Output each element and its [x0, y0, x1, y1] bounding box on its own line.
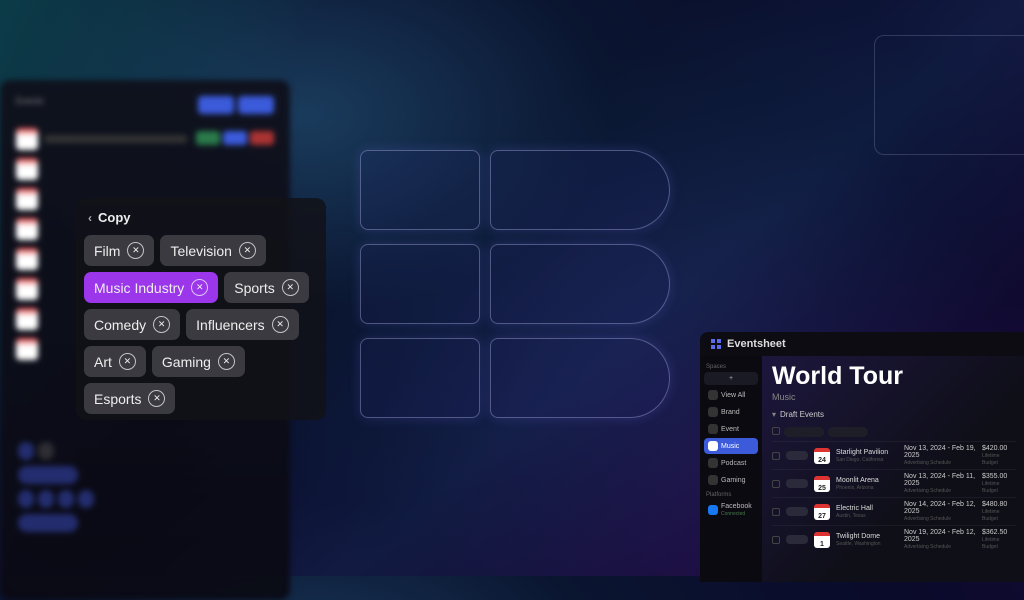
event-dates: Nov 14, 2024 - Feb 12, 2025Advertising S…	[904, 501, 976, 522]
tag-label: Sports	[234, 280, 274, 296]
tag-label: Television	[170, 243, 231, 259]
event-dates: Nov 19, 2024 - Feb 12, 2025Advertising S…	[904, 529, 976, 550]
category-tag[interactable]: Esports ✕	[84, 383, 175, 414]
row-checkbox[interactable]	[772, 508, 780, 516]
remove-tag-icon[interactable]: ✕	[148, 390, 165, 407]
events-panel-title: Events	[16, 96, 44, 116]
row-checkbox[interactable]	[772, 536, 780, 544]
page-title: World Tour	[772, 362, 1016, 391]
back-icon[interactable]: ‹	[88, 211, 92, 225]
remove-tag-icon[interactable]: ✕	[119, 353, 136, 370]
filter-pill[interactable]	[828, 427, 868, 437]
page-subtitle: Music	[772, 392, 1016, 402]
sidebar-item[interactable]: Podcast	[704, 455, 758, 471]
remove-tag-icon[interactable]: ✕	[239, 242, 256, 259]
event-price: $480.80Lifetime Budget	[982, 501, 1016, 522]
remove-tag-icon[interactable]: ✕	[191, 279, 208, 296]
remove-tag-icon[interactable]: ✕	[218, 353, 235, 370]
filter-pill[interactable]	[784, 427, 824, 437]
category-tag[interactable]: Gaming ✕	[152, 346, 245, 377]
select-all-checkbox[interactable]	[772, 427, 780, 435]
draft-events-header[interactable]: ▾ Draft Events	[772, 410, 1016, 419]
remove-tag-icon[interactable]: ✕	[272, 316, 289, 333]
event-name: Electric HallAustin, Texas	[836, 505, 898, 519]
tag-label: Film	[94, 243, 120, 259]
calendar-icon: 1	[814, 532, 830, 548]
event-price: $362.50Lifetime Budget	[982, 529, 1016, 550]
event-row[interactable]: 25 Moonlit ArenaPhoenix, Arizona Nov 13, 2…	[772, 469, 1016, 497]
tag-label: Music Industry	[94, 280, 184, 296]
event-row[interactable]: 1 Twilight DomeSeattle, Washington Nov 19,…	[772, 525, 1016, 553]
status-badge	[786, 535, 808, 544]
category-tag[interactable]: Comedy ✕	[84, 309, 180, 340]
app-title: Eventsheet	[727, 338, 786, 350]
category-tag[interactable]: Art ✕	[84, 346, 146, 377]
copy-tags-panel: ‹ Copy Film✕Television✕Music Industry✕Sp…	[76, 198, 326, 420]
event-row[interactable]: 24 Starlight PavilionSan Diego, Californi…	[772, 441, 1016, 469]
remove-tag-icon[interactable]: ✕	[282, 279, 299, 296]
tag-label: Art	[94, 354, 112, 370]
tag-label: Influencers	[196, 317, 264, 333]
add-space-button[interactable]: +	[704, 372, 758, 385]
category-tag[interactable]: Sports ✕	[224, 272, 308, 303]
platform-facebook[interactable]: FacebookConnected	[704, 500, 758, 520]
category-tag[interactable]: Film ✕	[84, 235, 154, 266]
eventsheet-sidebar: Spaces + View AllBrandEventMusicPodcastG…	[700, 356, 762, 582]
event-dates: Nov 13, 2024 - Feb 19, 2025Advertising S…	[904, 445, 976, 466]
remove-tag-icon[interactable]: ✕	[127, 242, 144, 259]
eventsheet-main: World Tour Music ▾ Draft Events 24 Starli…	[762, 356, 1024, 582]
event-name: Moonlit ArenaPhoenix, Arizona	[836, 477, 898, 491]
sidebar-item[interactable]: View All	[704, 387, 758, 403]
row-checkbox[interactable]	[772, 480, 780, 488]
brand-logo	[360, 150, 680, 450]
tag-list: Film✕Television✕Music Industry✕Sports✕Co…	[84, 235, 320, 414]
tag-label: Comedy	[94, 317, 146, 333]
event-row[interactable]: 27 Electric HallAustin, Texas Nov 14, 2024…	[772, 497, 1016, 525]
category-tag[interactable]: Music Industry ✕	[84, 272, 218, 303]
decorative-box	[874, 35, 1024, 155]
event-name: Starlight PavilionSan Diego, California	[836, 449, 898, 463]
sidebar-section-platforms: Platforms	[706, 492, 756, 498]
copy-panel-title: Copy	[98, 210, 131, 225]
calendar-icon: 24	[814, 448, 830, 464]
category-tag[interactable]: Television ✕	[160, 235, 265, 266]
remove-tag-icon[interactable]: ✕	[153, 316, 170, 333]
status-badge	[786, 451, 808, 460]
status-badge	[786, 507, 808, 516]
sidebar-item[interactable]: Music	[704, 438, 758, 454]
event-name: Twilight DomeSeattle, Washington	[836, 533, 898, 547]
status-badge	[786, 479, 808, 488]
row-checkbox[interactable]	[772, 452, 780, 460]
tag-label: Esports	[94, 391, 141, 407]
sidebar-item[interactable]: Event	[704, 421, 758, 437]
eventsheet-panel: Eventsheet Spaces + View AllBrandEventMu…	[700, 332, 1024, 582]
tag-label: Gaming	[162, 354, 211, 370]
calendar-icon: 25	[814, 476, 830, 492]
calendar-icon: 27	[814, 504, 830, 520]
sidebar-item[interactable]: Brand	[704, 404, 758, 420]
sidebar-section-spaces: Spaces	[706, 364, 756, 370]
app-logo-icon	[710, 338, 722, 350]
event-price: $420.00Lifetime Budget	[982, 445, 1016, 466]
event-price: $355.00Lifetime Budget	[982, 473, 1016, 494]
event-dates: Nov 13, 2024 - Feb 11, 2025Advertising S…	[904, 473, 976, 494]
sidebar-item[interactable]: Gaming	[704, 472, 758, 488]
category-tag[interactable]: Influencers ✕	[186, 309, 298, 340]
